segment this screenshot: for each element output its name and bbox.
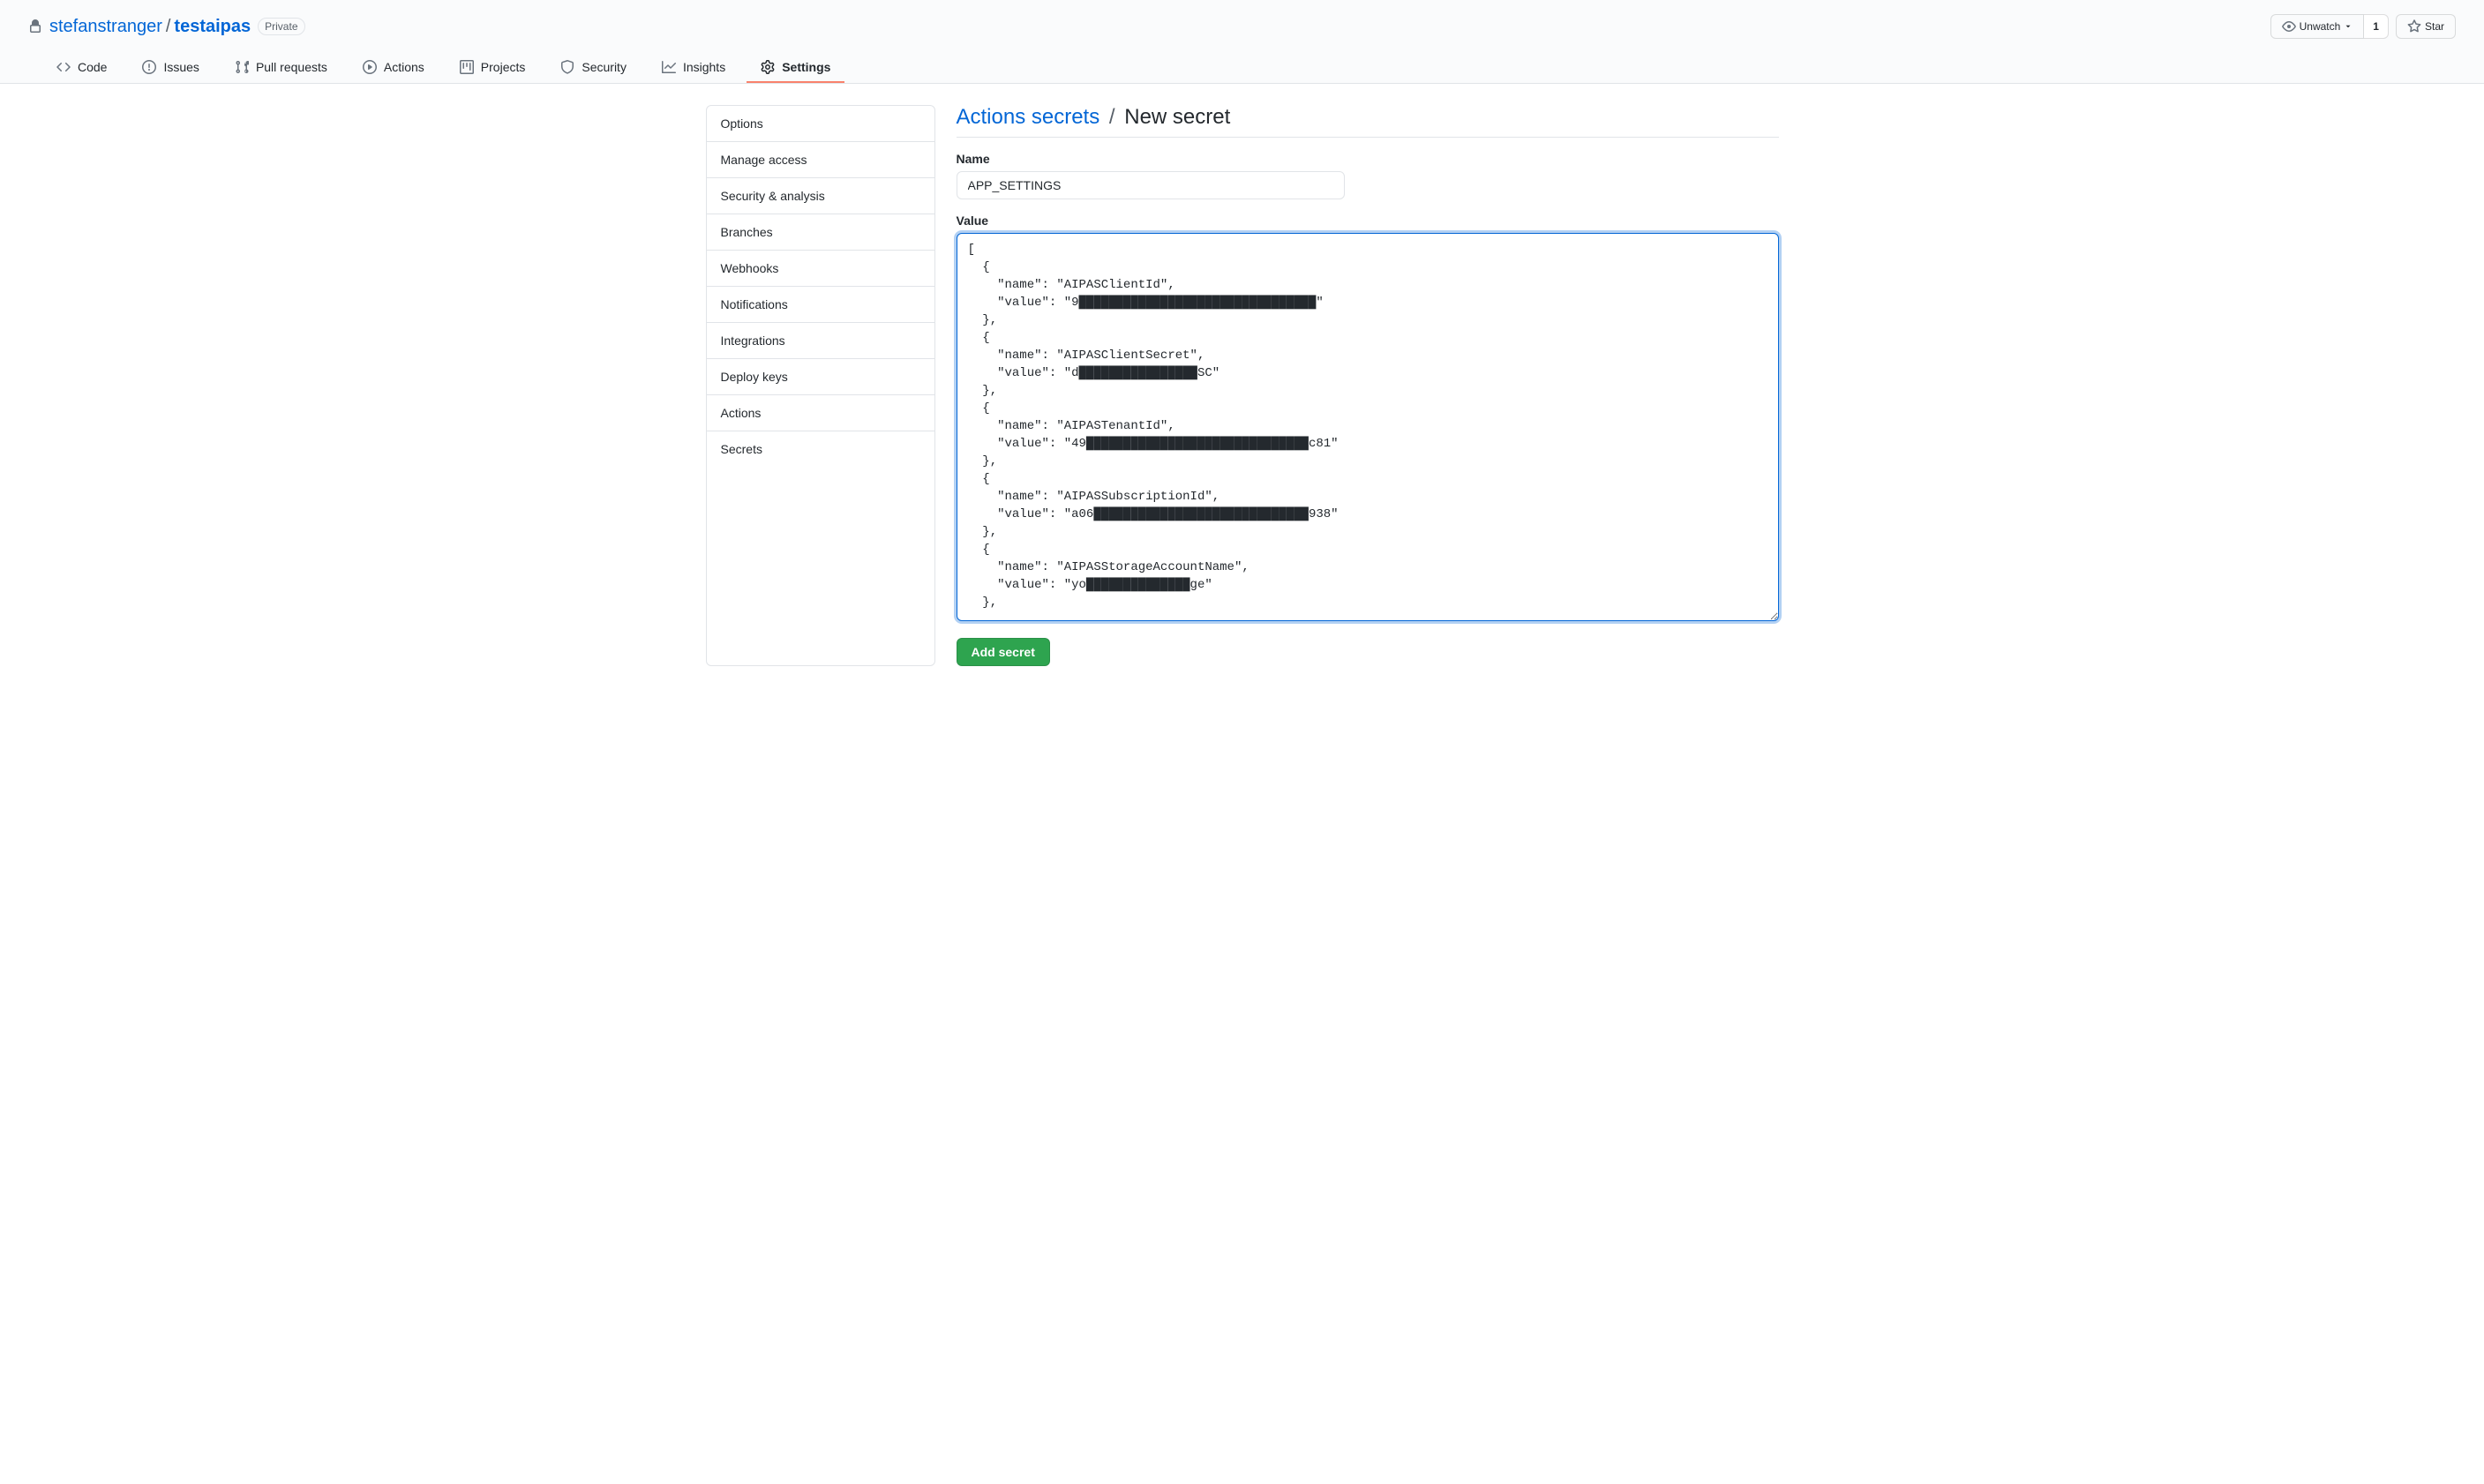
name-field-group: Name (957, 152, 1779, 199)
issue-icon (142, 60, 156, 74)
tab-label: Security (582, 60, 627, 74)
code-icon (56, 60, 71, 74)
gear-icon (761, 60, 775, 74)
sidebar-item-integrations[interactable]: Integrations (707, 323, 934, 359)
tab-settings[interactable]: Settings (747, 53, 844, 83)
tab-code[interactable]: Code (42, 53, 121, 83)
eye-icon (2282, 19, 2296, 34)
new-secret-form: Name Value Add secret (957, 152, 1779, 666)
tab-security[interactable]: Security (546, 53, 641, 83)
repo-nav: Code Issues Pull requests Actions Projec… (28, 53, 2456, 83)
secret-value-textarea[interactable] (957, 233, 1779, 621)
star-label: Star (2425, 18, 2444, 35)
main-content: Actions secrets / New secret Name Value … (957, 105, 1779, 666)
main-container: Options Manage access Security & analysi… (678, 105, 1807, 666)
play-icon (363, 60, 377, 74)
breadcrumb-sep: / (166, 17, 171, 37)
unwatch-button[interactable]: Unwatch (2270, 14, 2365, 39)
breadcrumb-current: New secret (1124, 105, 1230, 129)
sidebar-item-actions[interactable]: Actions (707, 395, 934, 431)
secret-name-input[interactable] (957, 171, 1345, 199)
tab-label: Settings (782, 60, 830, 74)
star-button[interactable]: Star (2396, 14, 2456, 39)
sidebar-item-security-analysis[interactable]: Security & analysis (707, 178, 934, 214)
tab-label: Insights (683, 60, 725, 74)
tab-insights[interactable]: Insights (648, 53, 739, 83)
repo-name-link[interactable]: testaipas (174, 17, 251, 36)
value-field-group: Value (957, 214, 1779, 624)
tab-label: Actions (384, 60, 424, 74)
tab-pulls[interactable]: Pull requests (221, 53, 341, 83)
tab-label: Code (78, 60, 107, 74)
sidebar-item-manage-access[interactable]: Manage access (707, 142, 934, 178)
sidebar-item-secrets[interactable]: Secrets (707, 431, 934, 467)
repo-breadcrumb: stefanstranger / testaipas Private (28, 17, 305, 37)
value-label: Value (957, 214, 1779, 228)
name-label: Name (957, 152, 1779, 166)
tab-label: Pull requests (256, 60, 327, 74)
sidebar-item-branches[interactable]: Branches (707, 214, 934, 251)
sidebar-item-options[interactable]: Options (707, 106, 934, 142)
repo-actions: Unwatch 1 Star (2270, 14, 2456, 39)
breadcrumb-parent-link[interactable]: Actions secrets (957, 105, 1100, 129)
sidebar-item-notifications[interactable]: Notifications (707, 287, 934, 323)
add-secret-button[interactable]: Add secret (957, 638, 1050, 666)
subhead: Actions secrets / New secret (957, 105, 1779, 138)
tab-label: Issues (163, 60, 199, 74)
lock-icon (28, 19, 42, 34)
unwatch-label: Unwatch (2300, 18, 2341, 35)
project-icon (460, 60, 474, 74)
visibility-badge: Private (258, 18, 304, 35)
git-pull-request-icon (235, 60, 249, 74)
watch-count[interactable]: 1 (2364, 14, 2389, 39)
pagehead: stefanstranger / testaipas Private Unwat… (0, 0, 2484, 84)
sidebar-item-deploy-keys[interactable]: Deploy keys (707, 359, 934, 395)
graph-icon (662, 60, 676, 74)
page-title: Actions secrets / New secret (957, 105, 1779, 130)
tab-actions[interactable]: Actions (349, 53, 439, 83)
breadcrumb-sep: / (1109, 105, 1115, 129)
settings-sidebar: Options Manage access Security & analysi… (706, 105, 935, 666)
tab-issues[interactable]: Issues (128, 53, 213, 83)
shield-icon (560, 60, 574, 74)
tab-label: Projects (481, 60, 526, 74)
repo-owner-link[interactable]: stefanstranger (49, 17, 162, 37)
tab-projects[interactable]: Projects (446, 53, 540, 83)
sidebar-item-webhooks[interactable]: Webhooks (707, 251, 934, 287)
star-icon (2407, 19, 2421, 34)
dropdown-caret-icon (2344, 22, 2353, 31)
repohead: stefanstranger / testaipas Private Unwat… (28, 14, 2456, 39)
